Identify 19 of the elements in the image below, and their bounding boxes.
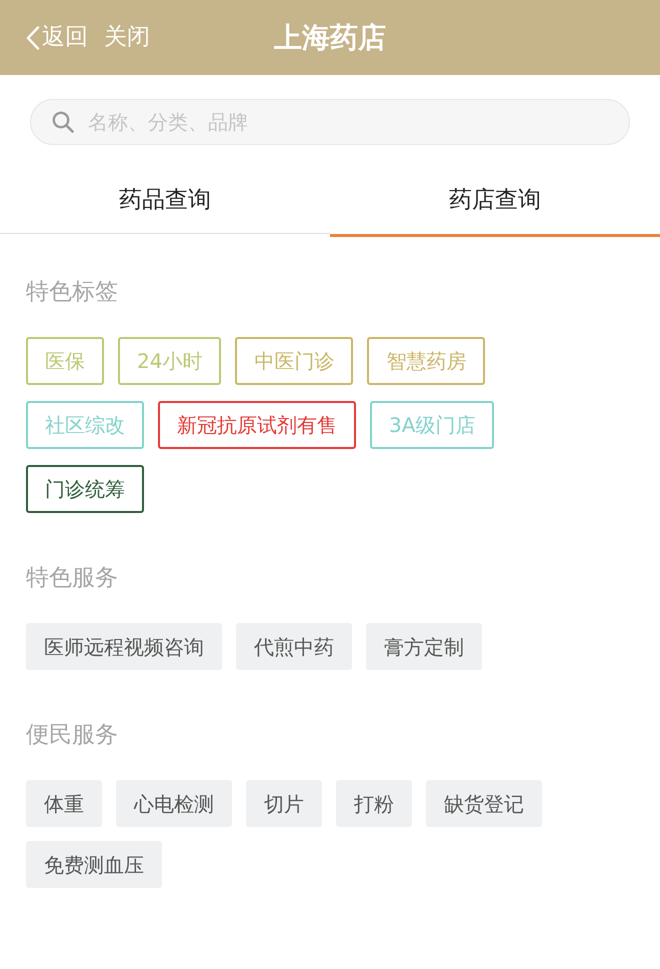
service-tag[interactable]: 缺货登记 — [426, 780, 542, 827]
service-tag[interactable]: 医师远程视频咨询 — [26, 623, 222, 670]
service-tag[interactable]: 代煎中药 — [236, 623, 352, 670]
tab[interactable]: 药店查询 — [330, 145, 660, 237]
tab[interactable]: 药品查询 — [0, 145, 330, 237]
service-tag[interactable]: 体重 — [26, 780, 102, 827]
feature-tag[interactable]: 新冠抗原试剂有售 — [158, 401, 356, 449]
section-title: 特色服务 — [26, 564, 119, 592]
service-tag[interactable]: 切片 — [246, 780, 322, 827]
feature-tag[interactable]: 门诊统筹 — [26, 465, 144, 513]
service-tag[interactable]: 打粉 — [336, 780, 412, 827]
section-title: 便民服务 — [26, 721, 119, 749]
chevron-left-icon — [26, 26, 40, 50]
service-tag[interactable]: 膏方定制 — [366, 623, 482, 670]
service-tag[interactable]: 免费测血压 — [26, 841, 162, 888]
page-title: 上海药店 — [274, 20, 386, 54]
search-icon — [52, 111, 74, 133]
section-title: 特色标签 — [26, 278, 119, 306]
service-tag[interactable]: 心电检测 — [116, 780, 232, 827]
